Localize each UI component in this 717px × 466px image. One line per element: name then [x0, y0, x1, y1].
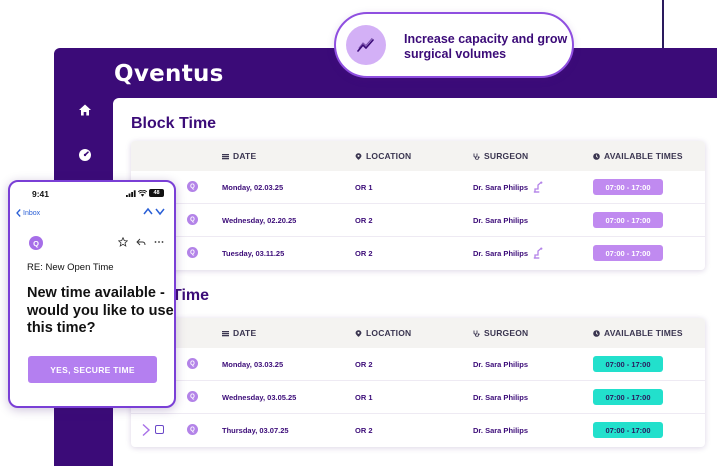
wifi-icon — [138, 189, 147, 197]
row-date: Wednesday, 02.20.25 — [222, 216, 297, 225]
col-date: DATE — [222, 328, 256, 338]
gauge-icon[interactable] — [78, 148, 92, 162]
star-icon[interactable] — [118, 237, 128, 247]
marketing-graphic: Qventus Block Time DATE LOCATION SURGEON… — [0, 0, 717, 466]
col-available-times: AVAILABLE TIMES — [593, 151, 683, 161]
row-date: Tuesday, 03.11.25 — [222, 249, 285, 258]
row-location: OR 2 — [355, 249, 373, 258]
sender-avatar: Q — [29, 236, 43, 250]
row-surgeon: Dr. Sara Philips — [473, 393, 529, 402]
open-time-table: DATE LOCATION SURGEON AVAILABLE TIMES Q … — [131, 318, 705, 447]
row-location: OR 2 — [355, 426, 373, 435]
table-body: Q Monday, 03.03.25 OR 2 Dr. Sara Philips 07:… — [131, 348, 705, 447]
col-surgeon: SURGEON — [473, 328, 528, 338]
open-time-title: Time — [172, 287, 210, 304]
col-date: DATE — [222, 151, 256, 161]
table-row[interactable]: Q Wednesday, 03.05.25 OR 1 Dr. Sara Philips… — [131, 381, 705, 414]
row-date: Wednesday, 03.05.25 — [222, 393, 297, 402]
block-time-title: Block Time — [131, 115, 217, 132]
value-banner: Increase capacity and grow surgical volu… — [334, 12, 574, 78]
row-location: OR 1 — [355, 393, 373, 402]
row-date: Monday, 02.03.25 — [222, 183, 284, 192]
row-surgeon: Dr. Sara Philips — [473, 183, 529, 192]
chevron-right-icon[interactable] — [141, 423, 151, 437]
signal-icon — [126, 189, 136, 197]
qventus-badge: Q — [187, 247, 198, 258]
home-icon[interactable] — [78, 103, 92, 117]
battery-icon: 48 — [149, 189, 164, 197]
qventus-badge: Q — [187, 181, 198, 192]
table-row[interactable]: Q Monday, 03.03.25 OR 2 Dr. Sara Philips 07:… — [131, 348, 705, 381]
row-surgeon: Dr. Sara Philips — [473, 426, 529, 435]
table-body: Q Monday, 02.03.25 OR 1 Dr. Sara Philips 07:… — [131, 171, 705, 270]
robot-arm-icon — [533, 246, 543, 259]
message-actions — [118, 237, 164, 247]
more-icon[interactable] — [154, 237, 164, 247]
qventus-badge: Q — [187, 391, 198, 402]
available-time-slot[interactable]: 07:00 - 17:00 — [593, 245, 663, 261]
row-surgeon: Dr. Sara Philips — [473, 216, 529, 225]
phone-clock: 9:41 — [32, 189, 50, 199]
table-row[interactable]: Q Wednesday, 02.20.25 OR 2 Dr. Sara Philips… — [131, 204, 705, 237]
robot-arm-icon — [533, 180, 543, 193]
chevron-left-icon — [16, 209, 21, 217]
row-date: Monday, 03.03.25 — [222, 360, 284, 369]
col-available-times: AVAILABLE TIMES — [593, 328, 683, 338]
stethoscope-icon — [473, 330, 480, 337]
available-time-slot[interactable]: 07:00 - 17:00 — [593, 356, 663, 372]
available-time-slot[interactable]: 07:00 - 17:00 — [593, 389, 663, 405]
row-surgeon: Dr. Sara Philips — [473, 249, 529, 258]
table-row[interactable]: Q Thursday, 03.07.25 OR 2 Dr. Sara Philips 0… — [131, 414, 705, 447]
qventus-badge: Q — [187, 214, 198, 225]
stethoscope-icon — [473, 153, 480, 160]
list-icon — [222, 153, 229, 159]
trend-up-icon — [346, 25, 386, 65]
decorative-line — [662, 0, 664, 52]
available-time-slot[interactable]: 07:00 - 17:00 — [593, 422, 663, 438]
table-header: DATE LOCATION SURGEON AVAILABLE TIMES — [131, 141, 705, 171]
row-location: OR 2 — [355, 216, 373, 225]
banner-text: Increase capacity and grow surgical volu… — [404, 32, 568, 61]
message-body: New time available - would you like to u… — [27, 285, 174, 336]
main-panel: Block Time DATE LOCATION SURGEON AVAILAB… — [113, 98, 717, 466]
pin-icon — [355, 329, 362, 337]
row-checkbox[interactable] — [155, 425, 164, 434]
clock-icon — [593, 152, 600, 160]
row-location: OR 2 — [355, 360, 373, 369]
row-date: Thursday, 03.07.25 — [222, 426, 289, 435]
row-surgeon: Dr. Sara Philips — [473, 360, 529, 369]
table-header: DATE LOCATION SURGEON AVAILABLE TIMES — [131, 318, 705, 348]
brand-logo: Qventus — [114, 61, 224, 87]
row-location: OR 1 — [355, 183, 373, 192]
phone-status-bar: 48 — [126, 189, 164, 197]
message-nav-arrows[interactable] — [143, 206, 165, 216]
block-time-table: DATE LOCATION SURGEON AVAILABLE TIMES Q … — [131, 141, 705, 270]
table-row[interactable]: Q Tuesday, 03.11.25 OR 2 Dr. Sara Philips 07… — [131, 237, 705, 270]
qventus-badge: Q — [187, 358, 198, 369]
col-location: LOCATION — [355, 328, 411, 338]
qventus-badge: Q — [187, 424, 198, 435]
available-time-slot[interactable]: 07:00 - 17:00 — [593, 179, 663, 195]
back-to-inbox-link[interactable]: Inbox — [16, 209, 40, 217]
message-subject: RE: New Open Time — [27, 262, 114, 273]
secure-time-button[interactable]: YES, SECURE TIME — [28, 356, 157, 383]
col-surgeon: SURGEON — [473, 151, 528, 161]
reply-icon[interactable] — [136, 237, 146, 247]
available-time-slot[interactable]: 07:00 - 17:00 — [593, 212, 663, 228]
list-icon — [222, 330, 229, 336]
phone-notification: 9:41 48 Inbox Q RE: New Open Time New ti… — [8, 180, 176, 408]
clock-icon — [593, 329, 600, 337]
col-location: LOCATION — [355, 151, 411, 161]
table-row[interactable]: Q Monday, 02.03.25 OR 1 Dr. Sara Philips 07:… — [131, 171, 705, 204]
pin-icon — [355, 152, 362, 160]
